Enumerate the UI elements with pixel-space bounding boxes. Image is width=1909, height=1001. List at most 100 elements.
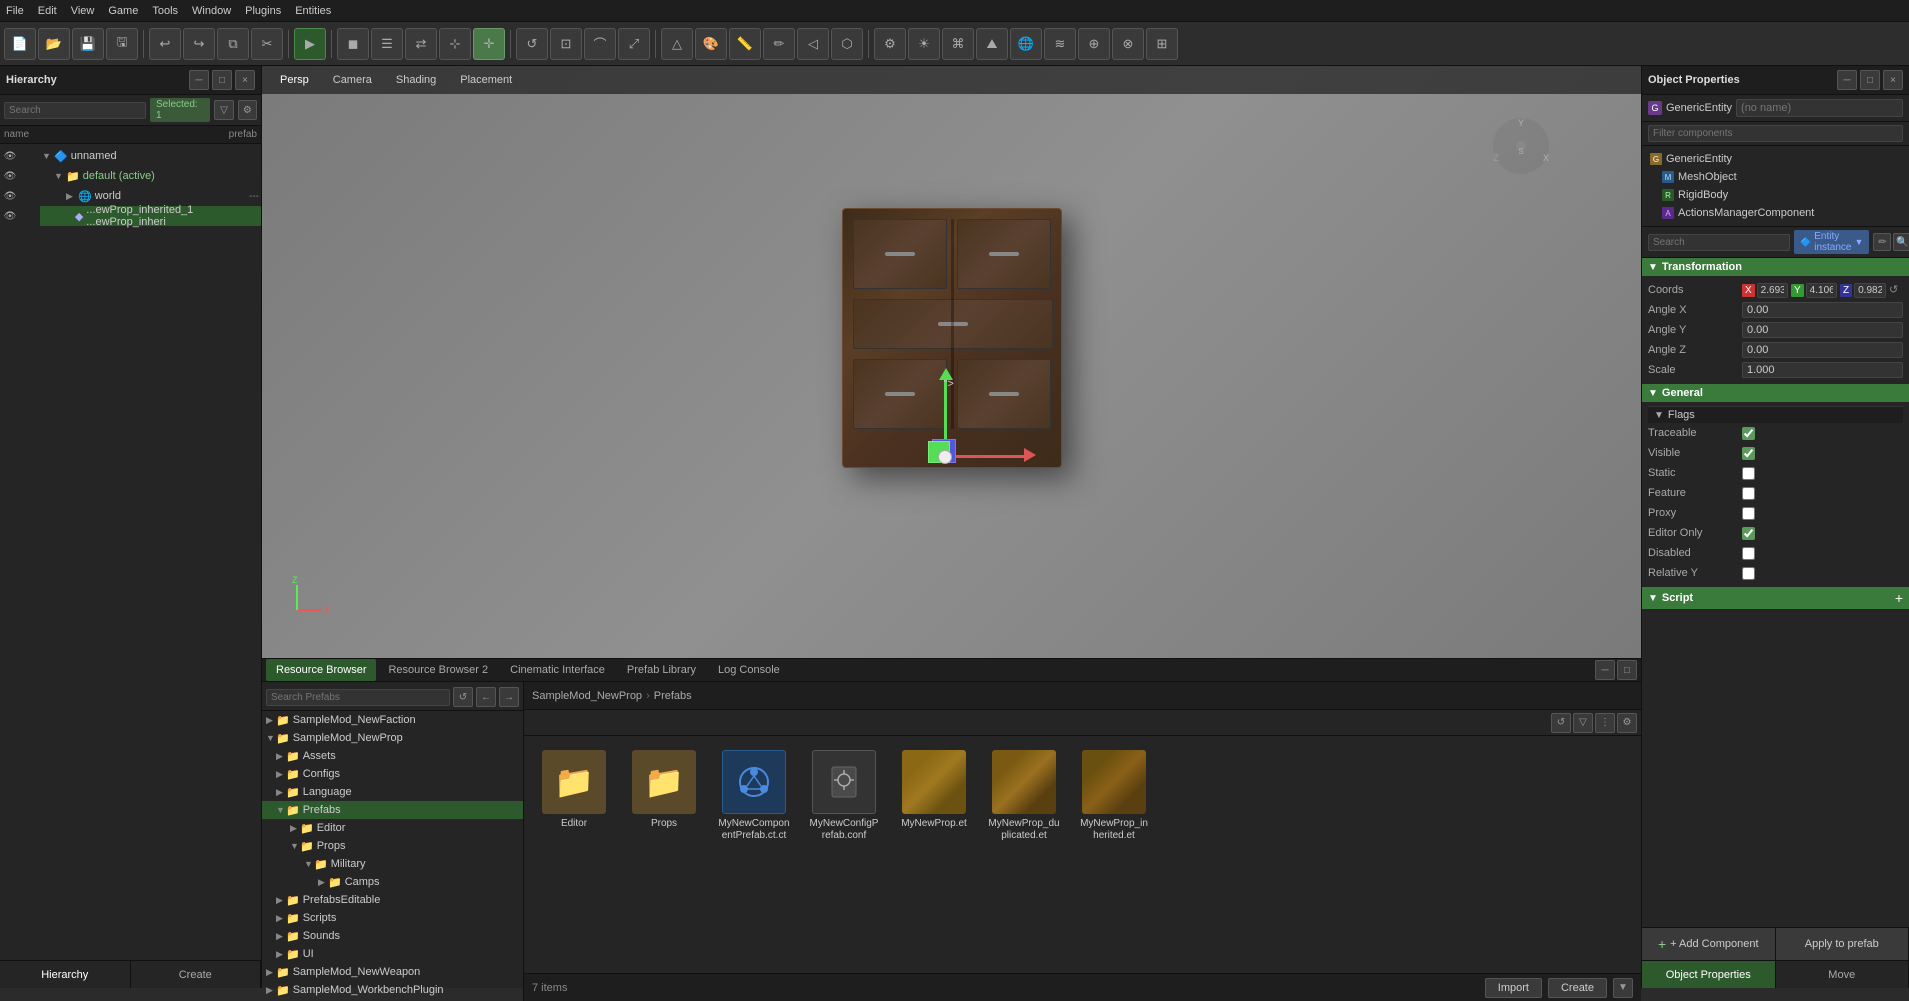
viewport-tab-placement[interactable]: Placement bbox=[450, 72, 522, 88]
visible-checkbox[interactable] bbox=[1742, 447, 1755, 460]
open-button[interactable]: 📂 bbox=[38, 28, 70, 60]
coords-reset-btn[interactable]: ↺ bbox=[1889, 283, 1903, 297]
bottom-panel-max[interactable]: □ bbox=[1617, 660, 1637, 680]
tree-main-default[interactable]: ▼ 📁 default (active) bbox=[40, 166, 261, 186]
rtree-editor[interactable]: ▶ 📁 Editor bbox=[262, 819, 523, 837]
feature-checkbox[interactable] bbox=[1742, 487, 1755, 500]
resource-forward-icon[interactable]: → bbox=[499, 687, 519, 707]
breadcrumb-prefabs[interactable]: Prefabs bbox=[654, 690, 692, 702]
wind-button[interactable]: ≋ bbox=[1044, 28, 1076, 60]
snap-button[interactable]: ⊹ bbox=[439, 28, 471, 60]
hierarchy-tab-button[interactable]: Hierarchy bbox=[0, 961, 131, 988]
resource-settings-btn2[interactable]: ⚙ bbox=[1617, 713, 1637, 733]
transformation-section-header[interactable]: ▼ Transformation bbox=[1642, 258, 1909, 276]
tree-vis-default[interactable]: 👁 bbox=[0, 166, 20, 186]
loop-button[interactable]: ⊡ bbox=[550, 28, 582, 60]
transform-button[interactable]: ⇄ bbox=[405, 28, 437, 60]
viewport-tab-shading[interactable]: Shading bbox=[386, 72, 446, 88]
hierarchy-max-button[interactable]: □ bbox=[212, 70, 232, 90]
rtree-sounds[interactable]: ▶ 📁 Sounds bbox=[262, 927, 523, 945]
resource-refresh-icon[interactable]: ↺ bbox=[453, 687, 473, 707]
tab-resource-browser[interactable]: Resource Browser bbox=[266, 659, 376, 681]
viewport-tab-camera[interactable]: Camera bbox=[323, 72, 382, 88]
tree-vis-entity[interactable]: 👁 bbox=[0, 206, 20, 226]
lasso-button[interactable]: ⬡ bbox=[831, 28, 863, 60]
menu-view[interactable]: View bbox=[71, 5, 95, 17]
rtree-assets[interactable]: ▶ 📁 Assets bbox=[262, 747, 523, 765]
menu-tools[interactable]: Tools bbox=[152, 5, 178, 17]
tree-row-entity[interactable]: 👁 ◆ ...ewProp_inherited_1 ...ewProp_inhe… bbox=[0, 206, 261, 226]
move-footer-tab[interactable]: Move bbox=[1776, 961, 1909, 988]
rtree-language[interactable]: ▶ 📁 Language bbox=[262, 783, 523, 801]
settings-button[interactable]: ⊞ bbox=[1146, 28, 1178, 60]
crosshair-button[interactable]: ✛ bbox=[473, 28, 505, 60]
split-button[interactable]: ⊕ bbox=[1078, 28, 1110, 60]
file-editor[interactable]: 📁 Editor bbox=[534, 746, 614, 846]
rtree-scripts[interactable]: ▶ 📁 Scripts bbox=[262, 909, 523, 927]
rtree-newfaction[interactable]: ▶ 📁 SampleMod_NewFaction bbox=[262, 711, 523, 729]
flags-subsection[interactable]: ▼ Flags bbox=[1648, 406, 1903, 423]
viewport[interactable]: Persp Camera Shading Placement Y X Z S bbox=[262, 66, 1641, 658]
reset-button[interactable]: ↺ bbox=[516, 28, 548, 60]
edit-icon-btn[interactable]: ✏ bbox=[1873, 233, 1891, 251]
props-search-input[interactable] bbox=[1648, 234, 1790, 251]
play-button[interactable]: ▶ bbox=[294, 28, 326, 60]
tree-vis-unnamed[interactable]: 👁 bbox=[0, 146, 20, 166]
tree-lock-entity[interactable] bbox=[20, 206, 40, 226]
obj-props-footer-tab[interactable]: Object Properties bbox=[1642, 961, 1776, 988]
bend-button[interactable]: ⌒ bbox=[584, 28, 616, 60]
coord-z-input[interactable] bbox=[1854, 283, 1886, 298]
tree-main-unnamed[interactable]: ▼ 🔷 unnamed bbox=[40, 146, 261, 166]
scale-input[interactable] bbox=[1742, 362, 1903, 378]
save-button[interactable]: 💾 bbox=[72, 28, 104, 60]
tab-resource-browser-2[interactable]: Resource Browser 2 bbox=[378, 659, 498, 681]
tree-main-entity[interactable]: ◆ ...ewProp_inherited_1 ...ewProp_inheri bbox=[40, 206, 261, 226]
relativey-checkbox[interactable] bbox=[1742, 567, 1755, 580]
path-button[interactable]: ⛰ bbox=[976, 28, 1008, 60]
general-section-header[interactable]: ▼ General bbox=[1642, 384, 1909, 402]
angle-z-input[interactable] bbox=[1742, 342, 1903, 358]
tab-cinematic[interactable]: Cinematic Interface bbox=[500, 659, 615, 681]
tree-main-world[interactable]: ▶ 🌐 world --- bbox=[40, 186, 261, 206]
hierarchy-min-button[interactable]: ─ bbox=[189, 70, 209, 90]
undo-button[interactable]: ↩ bbox=[149, 28, 181, 60]
menu-edit[interactable]: Edit bbox=[38, 5, 57, 17]
eraser-button[interactable]: ◁ bbox=[797, 28, 829, 60]
file-newprop-dup[interactable]: MyNewProp_duplicated.et bbox=[984, 746, 1064, 846]
add-component-button[interactable]: + + Add Component bbox=[1642, 928, 1776, 960]
rtree-prefabseditable[interactable]: ▶ 📁 PrefabsEditable bbox=[262, 891, 523, 909]
paint-button[interactable]: 🎨 bbox=[695, 28, 727, 60]
props-close-button[interactable]: × bbox=[1883, 70, 1903, 90]
props-min-button[interactable]: ─ bbox=[1837, 70, 1857, 90]
editoronly-checkbox[interactable] bbox=[1742, 527, 1755, 540]
angle-x-input[interactable] bbox=[1742, 302, 1903, 318]
tree-row-default[interactable]: 👁 ▼ 📁 default (active) bbox=[0, 166, 261, 186]
filter-input[interactable] bbox=[1648, 125, 1903, 142]
triangle-button[interactable]: △ bbox=[661, 28, 693, 60]
props-max-button[interactable]: □ bbox=[1860, 70, 1880, 90]
file-newprop[interactable]: MyNewProp.et bbox=[894, 746, 974, 846]
comp-actions[interactable]: A ActionsManagerComponent bbox=[1642, 204, 1909, 222]
new-button[interactable]: 📄 bbox=[4, 28, 36, 60]
cube-button[interactable]: ◼ bbox=[337, 28, 369, 60]
cut-button[interactable]: ✂ bbox=[251, 28, 283, 60]
redo-button[interactable]: ↪ bbox=[183, 28, 215, 60]
resource-search-input[interactable] bbox=[266, 689, 450, 706]
rtree-ui[interactable]: ▶ 📁 UI bbox=[262, 945, 523, 963]
rtree-camps[interactable]: ▶ 📁 Camps bbox=[262, 873, 523, 891]
comp-rigidbody[interactable]: R RigidBody bbox=[1642, 186, 1909, 204]
copy-button[interactable]: ⧉ bbox=[217, 28, 249, 60]
script-add-btn[interactable]: + bbox=[1895, 590, 1903, 606]
script-section-header[interactable]: ▼ Script + bbox=[1642, 587, 1909, 609]
hierarchy-settings-icon[interactable]: ⚙ bbox=[238, 100, 257, 120]
tab-prefab-library[interactable]: Prefab Library bbox=[617, 659, 706, 681]
coord-y-input[interactable] bbox=[1806, 283, 1837, 298]
scale2-button[interactable]: ⤢ bbox=[618, 28, 650, 60]
tree-lock-world[interactable] bbox=[20, 186, 40, 206]
create-tab-button[interactable]: Create bbox=[131, 961, 262, 988]
saveas-button[interactable]: 🖫 bbox=[106, 28, 138, 60]
rtree-props[interactable]: ▼ 📁 Props bbox=[262, 837, 523, 855]
rtree-workbench[interactable]: ▶ 📁 SampleMod_WorkbenchPlugin bbox=[262, 981, 523, 999]
hierarchy-filter-icon[interactable]: ▽ bbox=[214, 100, 233, 120]
tree-lock-default[interactable] bbox=[20, 166, 40, 186]
